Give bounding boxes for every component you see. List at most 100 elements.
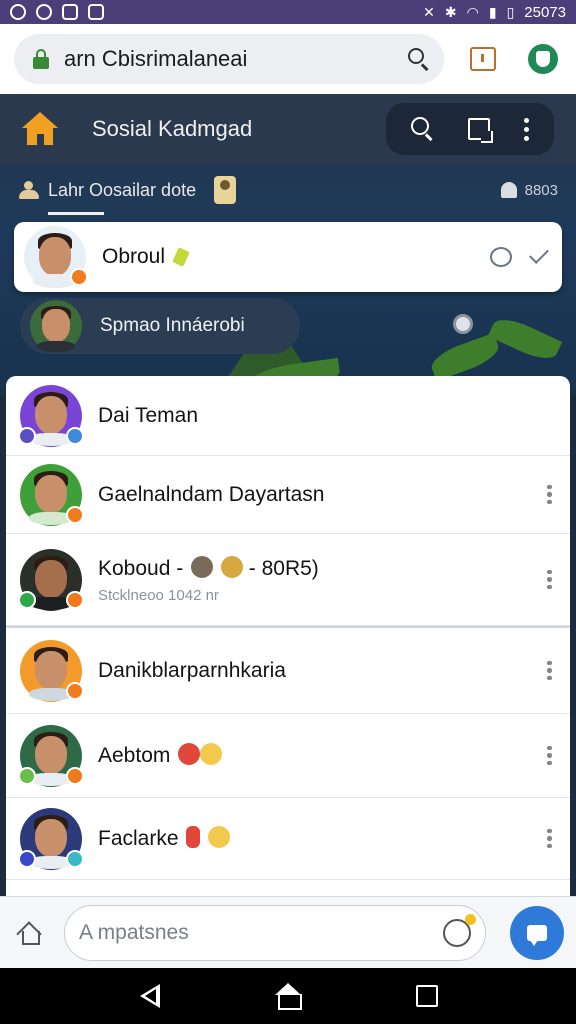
avatar	[18, 548, 84, 611]
status-badge	[18, 766, 36, 785]
search-icon[interactable]	[410, 117, 435, 141]
home-icon[interactable]	[16, 919, 46, 947]
status-badge	[18, 849, 36, 868]
wifi-icon: ◠	[466, 4, 479, 20]
chat-name: Danikblarparnhkaria	[98, 658, 286, 682]
chat-menu-icon[interactable]	[547, 828, 552, 849]
chat-name-extra: - 80R5)	[248, 556, 319, 580]
chat-text: Aebtom	[98, 743, 547, 768]
status-time: 25073	[524, 3, 566, 21]
online-count-value: 8803	[524, 181, 558, 199]
chat-name-line: Koboud - - 80R5)	[98, 555, 547, 581]
list-item[interactable]: Gaelnalndam Dayartasn	[6, 456, 570, 534]
signal-icon: ▮	[488, 4, 497, 20]
contact-card-icon[interactable]	[214, 176, 237, 204]
avatar	[18, 807, 84, 870]
avatar	[20, 639, 84, 702]
chat-menu-icon[interactable]	[547, 660, 552, 681]
url-text: arn Cbisrimalaneai	[64, 46, 248, 71]
list-item[interactable]: Koboud - - 80R5) Stcklneoo 1042 nr	[6, 534, 570, 626]
android-nav-bar	[0, 968, 576, 1024]
message-placeholder: A mpatsnes	[79, 920, 189, 944]
notification-icon	[10, 4, 26, 20]
chat-bubble-icon[interactable]	[490, 247, 512, 267]
battery-icon: ▯	[506, 4, 515, 20]
home-nav-icon[interactable]	[274, 983, 302, 1010]
chat-text: Faclarke	[98, 826, 547, 851]
bluetooth-icon: ✱	[444, 4, 457, 20]
message-input[interactable]: A mpatsnes	[64, 904, 486, 961]
chat-text: Gaelnalndam Dayartasn	[98, 483, 547, 507]
tab-active[interactable]: Lahr Oosailar dote	[48, 172, 196, 215]
chat-bubble-icon	[527, 924, 547, 946]
chat-name-line: Faclarke	[98, 826, 547, 851]
smile-emoji-icon	[208, 826, 231, 848]
avatar	[24, 226, 88, 288]
app-title: Sosial Kadmgad	[92, 116, 253, 141]
chat-name-line: Aebtom	[98, 743, 547, 768]
shield-icon	[88, 4, 104, 20]
avatar	[18, 384, 84, 447]
chat-name: Faclarke	[98, 827, 179, 850]
chat-menu-icon[interactable]	[547, 745, 552, 766]
chat-text: Danikblarparnhkaria	[98, 659, 547, 683]
chat-text: Dai Teman	[98, 404, 552, 428]
vibrate-icon: ✕	[423, 4, 435, 20]
status-badge	[18, 426, 36, 445]
chat-preview: Stcklneoo 1042 nr	[98, 586, 219, 604]
group-icon	[500, 182, 517, 198]
emoji-icon	[178, 743, 201, 765]
check-icon[interactable]	[529, 244, 549, 264]
chat-name: Koboud -	[98, 556, 184, 580]
list-item[interactable]: Danikblarparnhkaria	[6, 628, 570, 714]
url-field[interactable]: arn Cbisrimalaneai	[14, 34, 444, 84]
new-chat-button[interactable]	[510, 905, 564, 960]
pinned-chat-name: Obroul	[102, 245, 166, 268]
compose-icon[interactable]	[467, 118, 493, 143]
chat-list: Dai Teman Gaelnalndam Dayartasn Koboud -…	[6, 376, 570, 900]
app-header: Sosial Kadmgad	[0, 94, 576, 164]
lock-icon	[32, 49, 50, 69]
record-dot-icon[interactable]	[453, 314, 473, 334]
chat-menu-icon[interactable]	[547, 484, 552, 505]
pinned-chat-card[interactable]: Obroul	[14, 222, 562, 292]
privacy-shield-icon[interactable]	[528, 44, 558, 74]
status-notifications	[10, 4, 104, 20]
composer-bar: A mpatsnes	[0, 896, 576, 968]
chat-name: Aebtom	[98, 744, 171, 767]
status-badge	[66, 681, 84, 700]
status-badge	[18, 590, 36, 609]
sub-nav: Lahr Oosailar dote 8803	[0, 164, 576, 216]
status-badge	[66, 766, 84, 785]
sparkle-icon	[172, 247, 190, 267]
browser-toolbar: arn Cbisrimalaneai	[0, 24, 576, 94]
recents-icon[interactable]	[416, 985, 439, 1007]
emoji-sticker-icon	[220, 555, 243, 578]
list-item[interactable]: Aebtom	[6, 714, 570, 798]
search-icon[interactable]	[408, 48, 430, 71]
home-icon[interactable]	[22, 112, 58, 146]
status-badge	[66, 849, 84, 868]
avatar	[18, 724, 84, 787]
suggestion-pill[interactable]: Spmao Innáerobi	[20, 298, 300, 354]
status-badge	[66, 426, 84, 445]
chat-name: Gaelnalndam Dayartasn	[98, 482, 325, 506]
status-badge	[70, 268, 88, 286]
chat-name: Dai Teman	[98, 403, 198, 427]
status-bar: ✕ ✱ ◠ ▮ ▯ 25073	[0, 0, 576, 24]
emoji-icon	[186, 826, 201, 848]
scene-leaf	[487, 312, 563, 366]
more-options-icon[interactable]	[523, 117, 529, 141]
list-item[interactable]: Dai Teman	[6, 376, 570, 456]
tabs-icon[interactable]	[470, 47, 496, 71]
online-count: 8803	[500, 181, 558, 199]
pinned-actions	[490, 244, 549, 267]
people-icon	[18, 181, 40, 199]
suggestion-label: Spmao Innáerobi	[100, 315, 245, 336]
list-item[interactable]: Faclarke	[6, 798, 570, 880]
chat-menu-icon[interactable]	[547, 569, 552, 590]
emoji-icon[interactable]	[443, 913, 476, 947]
back-icon[interactable]	[138, 984, 160, 1008]
header-actions	[386, 103, 554, 155]
sync-icon	[36, 4, 52, 20]
